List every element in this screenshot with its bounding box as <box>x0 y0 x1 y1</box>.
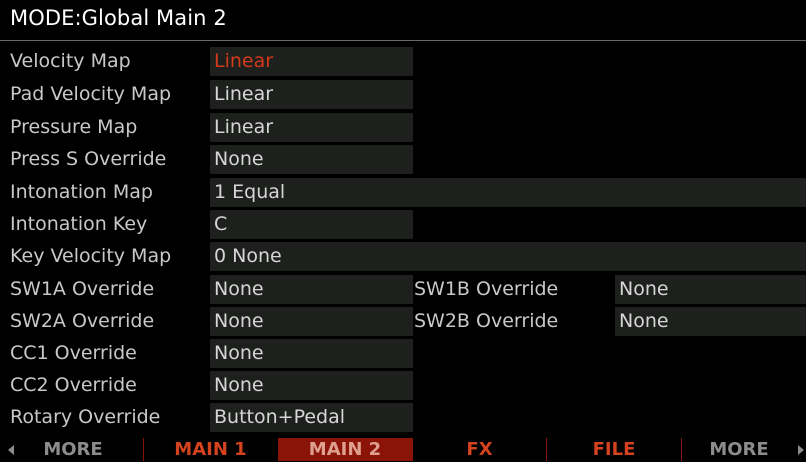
sw1a-override-field[interactable]: None <box>210 275 413 304</box>
intonation-map-field[interactable]: 1 Equal <box>210 178 806 207</box>
sw1b-override-field[interactable]: None <box>615 275 806 304</box>
tab-file[interactable]: FILE <box>547 438 681 461</box>
press-s-override-field[interactable]: None <box>210 145 413 174</box>
velocity-map-field[interactable]: Linear <box>210 47 413 76</box>
sw2b-override-label: SW2B Override <box>414 310 559 332</box>
left-arrow-icon <box>8 445 14 455</box>
tab-main-2[interactable]: MAIN 2 <box>278 438 412 461</box>
cc2-override-label: CC2 Override <box>10 374 137 396</box>
sw2a-override-label: SW2A Override <box>10 310 155 332</box>
rotary-override-label: Rotary Override <box>10 406 161 428</box>
velocity-map-label: Velocity Map <box>10 50 131 72</box>
tab-main-1[interactable]: MAIN 1 <box>144 438 277 461</box>
press-s-override-label: Press S Override <box>10 148 167 170</box>
page-title: MODE:Global Main 2 <box>10 6 227 30</box>
title-divider <box>0 40 806 41</box>
sw2a-override-field[interactable]: None <box>210 307 413 336</box>
pressure-map-field[interactable]: Linear <box>210 113 413 142</box>
sw2b-override-field[interactable]: None <box>615 307 806 336</box>
tab-more-left[interactable]: MORE <box>18 438 128 461</box>
intonation-key-label: Intonation Key <box>10 213 148 235</box>
pad-velocity-map-label: Pad Velocity Map <box>10 83 172 105</box>
right-arrow-icon <box>798 445 804 455</box>
cc1-override-field[interactable]: None <box>210 339 413 368</box>
key-velocity-map-label: Key Velocity Map <box>10 245 172 267</box>
sw1a-override-label: SW1A Override <box>10 278 155 300</box>
tab-fx[interactable]: FX <box>413 438 546 461</box>
intonation-map-label: Intonation Map <box>10 181 153 203</box>
soft-button-bar: MORE MAIN 1 MAIN 2 FX FILE MORE <box>0 438 806 461</box>
tab-more-right[interactable]: MORE <box>682 438 796 461</box>
key-velocity-map-field[interactable]: 0 None <box>210 242 806 271</box>
cc1-override-label: CC1 Override <box>10 342 137 364</box>
title-bar: MODE:Global Main 2 <box>0 0 806 40</box>
sw1b-override-label: SW1B Override <box>414 278 559 300</box>
pressure-map-label: Pressure Map <box>10 116 138 138</box>
intonation-key-field[interactable]: C <box>210 210 413 239</box>
rotary-override-field[interactable]: Button+Pedal <box>210 403 413 432</box>
pad-velocity-map-field[interactable]: Linear <box>210 80 413 109</box>
cc2-override-field[interactable]: None <box>210 371 413 400</box>
